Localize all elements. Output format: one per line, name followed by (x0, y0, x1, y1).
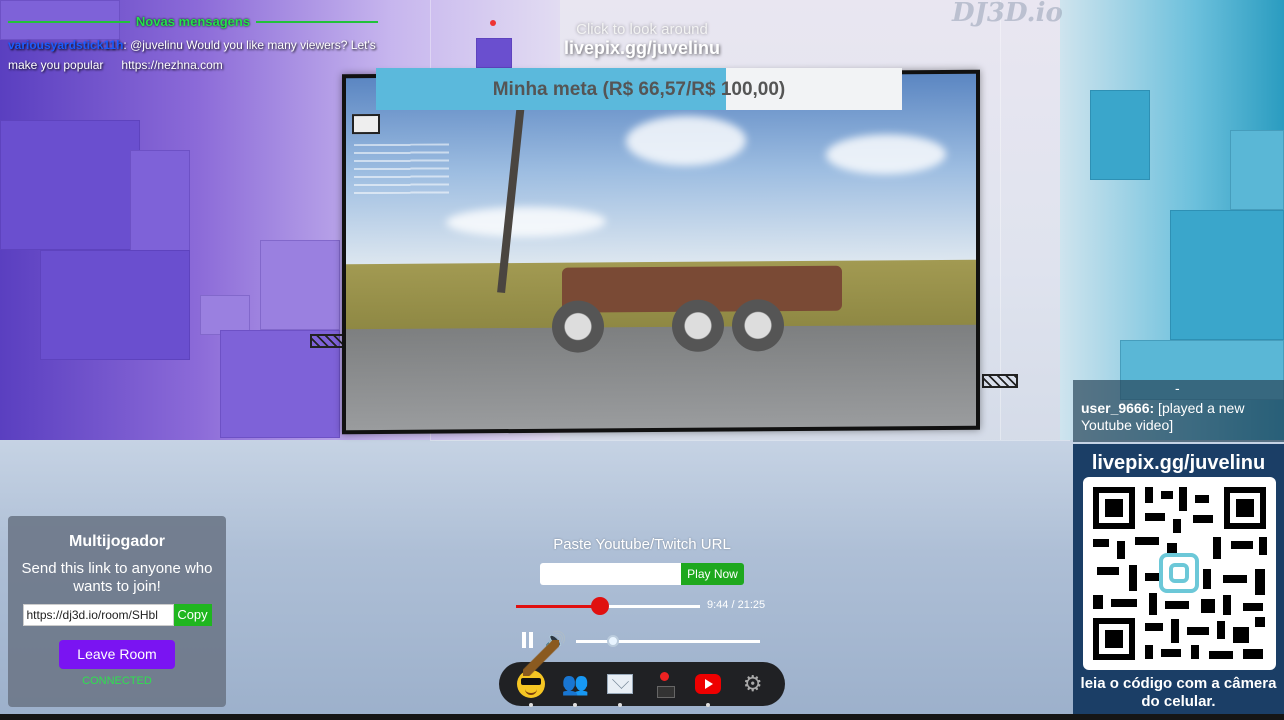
donation-goal-bar: Minha meta (R$ 66,57/R$ 100,00) (376, 68, 902, 110)
qr-livepix-link[interactable]: livepix.gg/juvelinu (1073, 452, 1284, 475)
wall-grid-line (430, 440, 1070, 441)
youtube-icon[interactable] (692, 668, 724, 707)
qr-panel: livepix.gg/juvelinu leia o código com a … (1073, 444, 1284, 720)
mail-icon[interactable] (604, 668, 636, 707)
joystick-icon[interactable] (648, 668, 680, 700)
livepix-link-header[interactable]: livepix.gg/juvelinu (0, 38, 1284, 59)
purple-block (130, 150, 190, 260)
speaker-truss (310, 334, 344, 348)
play-now-button[interactable]: Play Now (681, 563, 744, 585)
copy-button[interactable]: Copy (173, 604, 212, 626)
connection-status: CONNECTED (82, 675, 152, 687)
bottom-strip (0, 714, 1284, 720)
purple-block (200, 295, 250, 335)
video-screen[interactable] (342, 69, 980, 435)
envelope-icon (606, 674, 633, 694)
cloud (446, 206, 606, 238)
qr-code-graphic (1093, 487, 1267, 660)
purple-block (260, 240, 340, 330)
envelope-icon (352, 113, 380, 135)
room-link-field[interactable] (22, 604, 174, 626)
gear-icon[interactable]: ⚙ (737, 668, 769, 700)
indicator-dot (617, 703, 622, 707)
url-input[interactable] (540, 563, 682, 585)
room-link-row: Copy (8, 604, 226, 626)
cursor-icon (523, 640, 559, 676)
look-around-hint: Click to look around (576, 21, 708, 38)
teal-block (1170, 210, 1284, 340)
people-icon[interactable]: 👥 (559, 668, 591, 707)
volume-slider[interactable] (576, 635, 760, 647)
multiplayer-description: Send this link to anyone who wants to jo… (21, 560, 213, 595)
playback-time: 9:44 / 21:25 (707, 599, 766, 611)
teal-block (1090, 90, 1150, 180)
purple-block (40, 250, 190, 360)
chat-message-link[interactable]: https://nezhna.com (121, 58, 222, 72)
qr-caption: leia o código com a câmera do celular. (1080, 675, 1277, 710)
speaker-truss (982, 374, 1018, 388)
truck-wheel (732, 299, 784, 352)
seek-progress (516, 605, 601, 608)
qr-code[interactable] (1083, 477, 1276, 670)
teal-block (1230, 130, 1284, 210)
donation-goal-label: Minha meta (R$ 66,57/R$ 100,00) (492, 79, 786, 100)
cloud (826, 134, 946, 175)
truck-wheel (672, 299, 724, 352)
cloud (626, 115, 746, 167)
seek-slider[interactable] (516, 597, 700, 615)
truck-wheel (552, 300, 604, 353)
activity-notice: - user_9666: [played a new Youtube video… (1073, 380, 1284, 442)
notice-dash: - (1175, 380, 1180, 396)
arcade-joystick-icon (657, 672, 676, 698)
notice-user: user_9666: (1081, 400, 1155, 416)
youtube-play-icon (695, 674, 722, 694)
leave-room-button[interactable]: Leave Room (59, 640, 175, 669)
purple-block (0, 120, 140, 250)
game-hud-text (354, 143, 449, 195)
truck (552, 251, 852, 353)
volume-handle[interactable] (606, 635, 619, 647)
